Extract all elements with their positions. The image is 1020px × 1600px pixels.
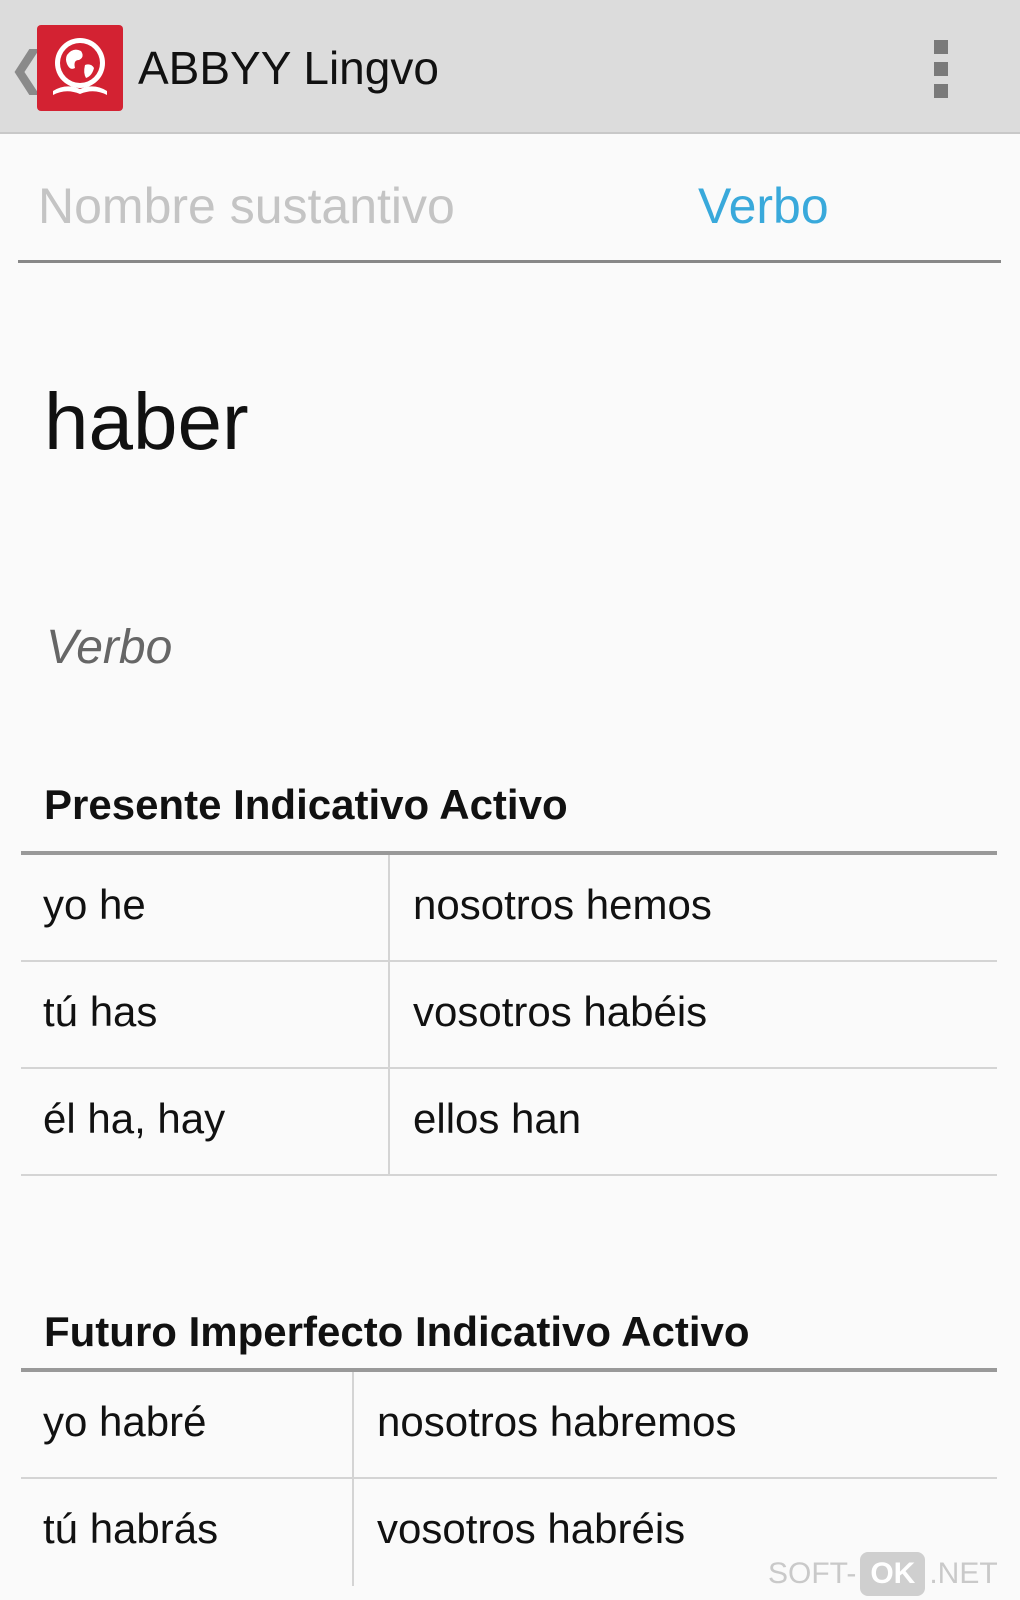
- row-divider: [21, 1174, 997, 1176]
- app-title: ABBYY Lingvo: [138, 42, 439, 94]
- table-row: yo habré nosotros habremos: [21, 1372, 997, 1479]
- column-divider: [388, 855, 390, 962]
- table-row: yo he nosotros hemos: [21, 855, 997, 962]
- conjugation-cell: nosotros hemos: [413, 881, 712, 928]
- watermark-prefix: SOFT-: [768, 1557, 857, 1590]
- part-of-speech-label: Verbo: [46, 621, 173, 674]
- conjugation-cell: yo habré: [43, 1398, 207, 1445]
- column-divider: [352, 1479, 354, 1586]
- conjugation-cell: vosotros habréis: [377, 1505, 686, 1552]
- conjugation-cell: tú has: [43, 988, 158, 1035]
- conjugation-cell: él ha, hay: [43, 1095, 226, 1142]
- conjugation-cell: tú habrás: [43, 1505, 219, 1552]
- conjugation-cell: nosotros habremos: [377, 1398, 737, 1445]
- watermark: SOFT- OK .NET: [768, 1552, 998, 1596]
- section-title-futuro-imperfecto: Futuro Imperfecto Indicativo Activo: [44, 1308, 750, 1355]
- conjugation-cell: ellos han: [413, 1095, 582, 1142]
- conjugation-table-presente: yo he nosotros hemos tú has vosotros hab…: [21, 851, 997, 1176]
- column-divider: [388, 962, 390, 1069]
- pos-tabs: Nombre sustantivo Verbo: [0, 134, 1020, 264]
- column-divider: [388, 1069, 390, 1176]
- watermark-suffix: .NET: [929, 1557, 998, 1590]
- table-row: él ha, hay ellos han: [21, 1069, 997, 1176]
- column-divider: [352, 1372, 354, 1479]
- overflow-menu-icon[interactable]: [934, 40, 948, 98]
- tab-verbo[interactable]: Verbo: [698, 174, 829, 238]
- conjugation-cell: vosotros habéis: [413, 988, 708, 1035]
- action-bar: ❮ ABBYY Lingvo: [0, 0, 1020, 134]
- tab-divider: [18, 260, 1001, 263]
- headword: haber: [44, 377, 249, 466]
- section-title-presente: Presente Indicativo Activo: [44, 781, 568, 828]
- watermark-badge: OK: [860, 1552, 926, 1596]
- table-row: tú has vosotros habéis: [21, 962, 997, 1069]
- app-logo-icon[interactable]: [37, 25, 123, 111]
- tab-nombre-sustantivo[interactable]: Nombre sustantivo: [38, 174, 455, 238]
- conjugation-cell: yo he: [43, 881, 146, 928]
